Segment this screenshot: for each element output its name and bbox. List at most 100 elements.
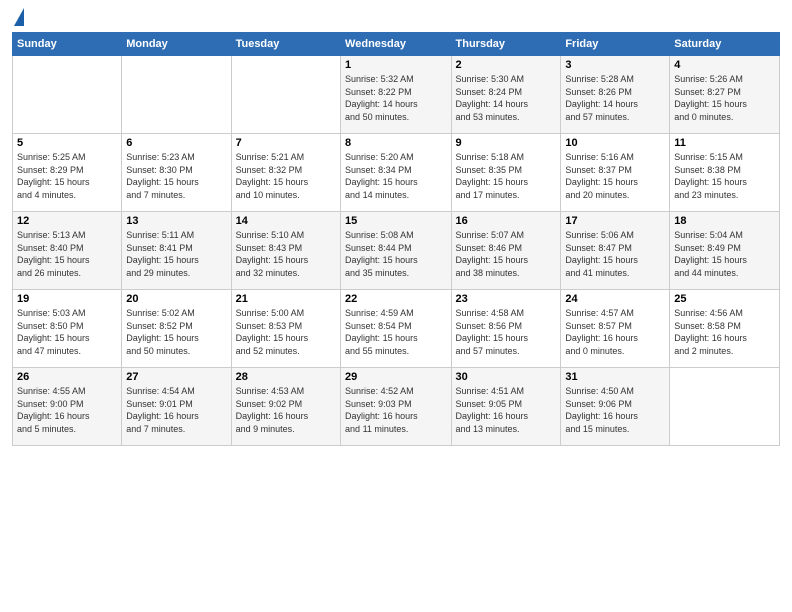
- day-number: 5: [17, 137, 117, 149]
- day-content: Sunrise: 4:59 AM Sunset: 8:54 PM Dayligh…: [345, 307, 446, 357]
- day-content: Sunrise: 5:11 AM Sunset: 8:41 PM Dayligh…: [126, 229, 226, 279]
- week-row-2: 5Sunrise: 5:25 AM Sunset: 8:29 PM Daylig…: [13, 134, 780, 212]
- day-cell: 13 Sunrise: 5:11 AM Sunset: 8:41 PM Dayli…: [122, 212, 231, 290]
- day-content: Sunrise: 5:02 AM Sunset: 8:52 PM Dayligh…: [126, 307, 226, 357]
- day-content: Sunrise: 5:26 AM Sunset: 8:27 PM Dayligh…: [674, 73, 775, 123]
- day-cell: 4 Sunrise: 5:26 AM Sunset: 8:27 PM Daylig…: [670, 56, 780, 134]
- day-number: 9: [456, 137, 557, 149]
- day-content: Sunrise: 5:13 AM Sunset: 8:40 PM Dayligh…: [17, 229, 117, 279]
- day-number: 4: [674, 59, 775, 71]
- day-cell: 5Sunrise: 5:25 AM Sunset: 8:29 PM Daylig…: [13, 134, 122, 212]
- day-content: Sunrise: 5:32 AM Sunset: 8:22 PM Dayligh…: [345, 73, 446, 123]
- day-number: 23: [456, 293, 557, 305]
- day-cell: 15 Sunrise: 5:08 AM Sunset: 8:44 PM Dayli…: [341, 212, 451, 290]
- day-content: Sunrise: 4:51 AM Sunset: 9:05 PM Dayligh…: [456, 385, 557, 435]
- day-content: Sunrise: 5:06 AM Sunset: 8:47 PM Dayligh…: [565, 229, 665, 279]
- day-number: 8: [345, 137, 446, 149]
- day-number: 26: [17, 371, 117, 383]
- day-cell: 24Sunrise: 4:57 AM Sunset: 8:57 PM Dayli…: [561, 290, 670, 368]
- header: [12, 10, 780, 24]
- day-cell: 25 Sunrise: 4:56 AM Sunset: 8:58 PM Dayli…: [670, 290, 780, 368]
- day-content: Sunrise: 5:21 AM Sunset: 8:32 PM Dayligh…: [236, 151, 336, 201]
- day-cell: 20 Sunrise: 5:02 AM Sunset: 8:52 PM Dayli…: [122, 290, 231, 368]
- day-content: Sunrise: 5:23 AM Sunset: 8:30 PM Dayligh…: [126, 151, 226, 201]
- day-number: 18: [674, 215, 775, 227]
- header-cell-saturday: Saturday: [670, 33, 780, 56]
- day-content: Sunrise: 4:53 AM Sunset: 9:02 PM Dayligh…: [236, 385, 336, 435]
- header-cell-wednesday: Wednesday: [341, 33, 451, 56]
- day-cell: [13, 56, 122, 134]
- day-content: Sunrise: 4:54 AM Sunset: 9:01 PM Dayligh…: [126, 385, 226, 435]
- day-cell: 30 Sunrise: 4:51 AM Sunset: 9:05 PM Dayli…: [451, 368, 561, 446]
- day-content: Sunrise: 4:58 AM Sunset: 8:56 PM Dayligh…: [456, 307, 557, 357]
- week-row-1: 1 Sunrise: 5:32 AM Sunset: 8:22 PM Daylig…: [13, 56, 780, 134]
- day-number: 10: [565, 137, 665, 149]
- week-row-5: 26 Sunrise: 4:55 AM Sunset: 9:00 PM Dayli…: [13, 368, 780, 446]
- day-content: Sunrise: 5:30 AM Sunset: 8:24 PM Dayligh…: [456, 73, 557, 123]
- day-number: 1: [345, 59, 446, 71]
- day-cell: [231, 56, 340, 134]
- day-cell: 2 Sunrise: 5:30 AM Sunset: 8:24 PM Daylig…: [451, 56, 561, 134]
- day-content: Sunrise: 4:56 AM Sunset: 8:58 PM Dayligh…: [674, 307, 775, 357]
- day-cell: 1 Sunrise: 5:32 AM Sunset: 8:22 PM Daylig…: [341, 56, 451, 134]
- day-number: 19: [17, 293, 117, 305]
- calendar-page: SundayMondayTuesdayWednesdayThursdayFrid…: [0, 0, 792, 612]
- day-cell: [122, 56, 231, 134]
- header-cell-sunday: Sunday: [13, 33, 122, 56]
- day-number: 12: [17, 215, 117, 227]
- day-number: 17: [565, 215, 665, 227]
- day-cell: 19 Sunrise: 5:03 AM Sunset: 8:50 PM Dayli…: [13, 290, 122, 368]
- day-content: Sunrise: 5:00 AM Sunset: 8:53 PM Dayligh…: [236, 307, 336, 357]
- day-cell: 6 Sunrise: 5:23 AM Sunset: 8:30 PM Daylig…: [122, 134, 231, 212]
- day-number: 24: [565, 293, 665, 305]
- day-cell: 8 Sunrise: 5:20 AM Sunset: 8:34 PM Daylig…: [341, 134, 451, 212]
- day-cell: 7 Sunrise: 5:21 AM Sunset: 8:32 PM Daylig…: [231, 134, 340, 212]
- day-number: 29: [345, 371, 446, 383]
- day-cell: 9 Sunrise: 5:18 AM Sunset: 8:35 PM Daylig…: [451, 134, 561, 212]
- day-content: Sunrise: 5:20 AM Sunset: 8:34 PM Dayligh…: [345, 151, 446, 201]
- day-number: 25: [674, 293, 775, 305]
- day-cell: 28 Sunrise: 4:53 AM Sunset: 9:02 PM Dayli…: [231, 368, 340, 446]
- day-cell: 22 Sunrise: 4:59 AM Sunset: 8:54 PM Dayli…: [341, 290, 451, 368]
- day-content: Sunrise: 5:15 AM Sunset: 8:38 PM Dayligh…: [674, 151, 775, 201]
- day-content: Sunrise: 5:28 AM Sunset: 8:26 PM Dayligh…: [565, 73, 665, 123]
- header-cell-tuesday: Tuesday: [231, 33, 340, 56]
- day-number: 14: [236, 215, 336, 227]
- day-cell: 27 Sunrise: 4:54 AM Sunset: 9:01 PM Dayli…: [122, 368, 231, 446]
- day-number: 28: [236, 371, 336, 383]
- day-cell: 16 Sunrise: 5:07 AM Sunset: 8:46 PM Dayli…: [451, 212, 561, 290]
- day-content: Sunrise: 5:04 AM Sunset: 8:49 PM Dayligh…: [674, 229, 775, 279]
- day-number: 21: [236, 293, 336, 305]
- day-cell: 12 Sunrise: 5:13 AM Sunset: 8:40 PM Dayli…: [13, 212, 122, 290]
- day-content: Sunrise: 4:50 AM Sunset: 9:06 PM Dayligh…: [565, 385, 665, 435]
- day-content: Sunrise: 5:10 AM Sunset: 8:43 PM Dayligh…: [236, 229, 336, 279]
- day-content: Sunrise: 5:07 AM Sunset: 8:46 PM Dayligh…: [456, 229, 557, 279]
- week-row-3: 12 Sunrise: 5:13 AM Sunset: 8:40 PM Dayli…: [13, 212, 780, 290]
- day-number: 16: [456, 215, 557, 227]
- day-number: 3: [565, 59, 665, 71]
- day-number: 2: [456, 59, 557, 71]
- day-number: 27: [126, 371, 226, 383]
- day-number: 22: [345, 293, 446, 305]
- day-content: Sunrise: 5:03 AM Sunset: 8:50 PM Dayligh…: [17, 307, 117, 357]
- day-content: Sunrise: 4:55 AM Sunset: 9:00 PM Dayligh…: [17, 385, 117, 435]
- day-cell: 14 Sunrise: 5:10 AM Sunset: 8:43 PM Dayli…: [231, 212, 340, 290]
- day-number: 20: [126, 293, 226, 305]
- header-cell-thursday: Thursday: [451, 33, 561, 56]
- day-number: 13: [126, 215, 226, 227]
- logo: [12, 10, 24, 24]
- day-cell: 10Sunrise: 5:16 AM Sunset: 8:37 PM Dayli…: [561, 134, 670, 212]
- day-cell: 17 Sunrise: 5:06 AM Sunset: 8:47 PM Dayli…: [561, 212, 670, 290]
- day-cell: 23 Sunrise: 4:58 AM Sunset: 8:56 PM Dayli…: [451, 290, 561, 368]
- day-content: Sunrise: 5:18 AM Sunset: 8:35 PM Dayligh…: [456, 151, 557, 201]
- day-number: 11: [674, 137, 775, 149]
- header-cell-friday: Friday: [561, 33, 670, 56]
- day-number: 30: [456, 371, 557, 383]
- day-content: Sunrise: 4:52 AM Sunset: 9:03 PM Dayligh…: [345, 385, 446, 435]
- day-number: 7: [236, 137, 336, 149]
- day-number: 15: [345, 215, 446, 227]
- header-row: SundayMondayTuesdayWednesdayThursdayFrid…: [13, 33, 780, 56]
- day-content: Sunrise: 5:08 AM Sunset: 8:44 PM Dayligh…: [345, 229, 446, 279]
- calendar-table: SundayMondayTuesdayWednesdayThursdayFrid…: [12, 32, 780, 446]
- day-number: 6: [126, 137, 226, 149]
